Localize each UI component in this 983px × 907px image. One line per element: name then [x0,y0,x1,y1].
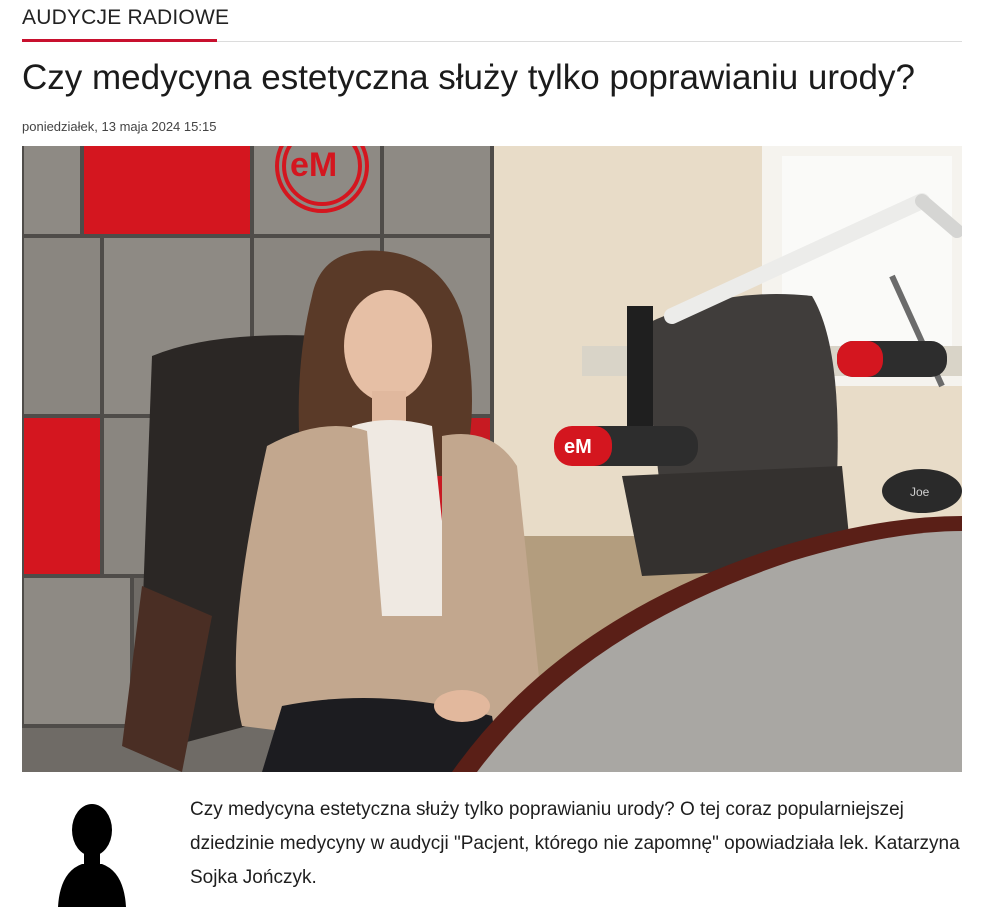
svg-text:eM: eM [564,436,592,458]
article-title: Czy medycyna estetyczna służy tylko popr… [22,58,915,97]
studio-photo-illustration: eM eM Joe [22,146,962,772]
section-underline [22,39,217,42]
svg-text:eM: eM [290,146,337,184]
article-date: poniedziałek, 13 maja 2024 15:15 [22,119,217,134]
svg-text:Joe: Joe [910,485,930,499]
article-lead: Czy medycyna estetyczna służy tylko popr… [190,799,960,888]
article-photo: eM eM Joe [22,146,962,772]
person-silhouette-icon [58,804,126,907]
section-label[interactable]: AUDYCJE RADIOWE [22,6,229,30]
